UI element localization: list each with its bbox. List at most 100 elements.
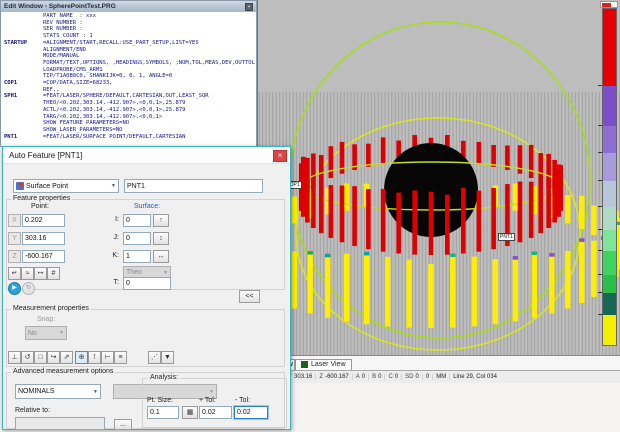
code-line[interactable]: SHOW FEATURE PARAMETERS=NO xyxy=(4,120,256,127)
code-line[interactable]: ALIGNMENT/END xyxy=(4,47,256,54)
code-line[interactable]: STARTUP=ALIGNMENT/START,RECALL:USE_PART_… xyxy=(4,40,256,47)
pt-size-label: Pt. Size: xyxy=(147,397,173,404)
flip-direction-icon[interactable]: ↕ xyxy=(153,232,169,245)
code-line[interactable]: TARG/<0.202,303.14,-412.907>,<0,0,1> xyxy=(4,114,256,121)
code-text: LOADPROBE/CMS_ARM1 xyxy=(43,67,103,74)
scan-plot[interactable] xyxy=(258,0,620,356)
colorbar-header-mark xyxy=(602,3,611,7)
code-line[interactable]: REF,, xyxy=(4,87,256,94)
browse-button[interactable]: ... xyxy=(114,419,132,430)
pattern-icon[interactable]: # xyxy=(47,267,60,280)
path-icon[interactable]: ⋰ xyxy=(148,351,161,364)
code-line[interactable]: LOADPROBE/CMS_ARM1 xyxy=(4,67,256,74)
z-axis-button[interactable]: Z xyxy=(8,250,21,263)
nominals-combo[interactable]: NOMINALS ▼ xyxy=(15,384,101,399)
theo-mode-value: Theo xyxy=(126,269,142,276)
status-field: Z-600.167 xyxy=(316,374,352,380)
code-line[interactable]: MODE/MANUAL xyxy=(4,53,256,60)
surface-j-input[interactable] xyxy=(123,232,151,245)
code-line[interactable]: STATS COUNT : 1 xyxy=(4,33,256,40)
code-line[interactable]: SPH1=FEAT/LASER/SPHERE/DEFAULT,CARTESIAN… xyxy=(4,93,256,100)
x-axis-button[interactable]: X xyxy=(8,214,21,227)
graphics-view[interactable]: COP1 PNT1 xyxy=(257,0,620,356)
pcdmis-app: COP1 PNT1 w Laser View X0.202Y303.16Z-60… xyxy=(0,0,620,432)
offset-icon[interactable]: ↦ xyxy=(34,267,47,280)
undo-icon[interactable]: ↺ xyxy=(21,351,34,364)
t-value-input[interactable] xyxy=(123,277,171,290)
code-label xyxy=(4,33,43,40)
reroute-icon[interactable]: ↪ xyxy=(47,351,60,364)
dialog-titlebar[interactable]: Auto Feature [PNT1] xyxy=(3,147,290,164)
code-line[interactable]: THEO/<0.202,303.14,-412.907>,<0,0,1>,25.… xyxy=(4,100,256,107)
code-label xyxy=(4,26,43,33)
find-noms-icon[interactable]: ≈ xyxy=(21,267,34,280)
code-area[interactable]: PART NAME : xxxREV NUMBER :SER NUMBER :S… xyxy=(1,12,256,146)
code-line[interactable]: SHOW_LASER_PARAMETERS=NO xyxy=(4,127,256,134)
code-line[interactable]: PART NAME : xxx xyxy=(4,13,256,20)
code-line[interactable]: TIP/T1A0B0C0, SHANKIJK=0, 0, 1, ANGLE=0 xyxy=(4,73,256,80)
code-label xyxy=(4,13,43,20)
point-header: Point: xyxy=(31,203,49,210)
colorbar-scale[interactable] xyxy=(602,8,617,346)
pt-size-icon[interactable]: ▦ xyxy=(182,406,198,419)
feature-type-value: Surface Point xyxy=(26,183,68,190)
pt-size-input[interactable] xyxy=(147,406,179,419)
close-icon[interactable]: × xyxy=(273,150,287,162)
code-line[interactable]: SER NUMBER : xyxy=(4,26,256,33)
code-label: SPH1 xyxy=(4,93,43,100)
trend-icon[interactable]: ⇗ xyxy=(60,351,73,364)
colorbar-segment xyxy=(603,293,616,316)
tab-laser-view[interactable]: Laser View xyxy=(295,359,352,370)
status-field: Line 29, Col 034 xyxy=(450,374,500,380)
anchor-icon[interactable]: ⊥ xyxy=(8,351,21,364)
y-axis-button[interactable]: Y xyxy=(8,232,21,245)
code-label xyxy=(4,60,43,67)
colorbar-segment xyxy=(603,315,616,345)
target-icon[interactable]: ⊕ xyxy=(75,351,88,364)
status-field: A0 xyxy=(353,374,369,380)
nominals-value: NOMINALS xyxy=(18,388,55,395)
feature-name-input[interactable] xyxy=(124,179,263,193)
surface-k-input[interactable] xyxy=(123,250,151,263)
code-line[interactable]: COP1=COP/DATA,SIZE=68233, xyxy=(4,80,256,87)
align-direction-icon[interactable]: ↔ xyxy=(153,250,169,263)
touch-icon[interactable]: ⊺ xyxy=(88,351,101,364)
feature-type-combo[interactable]: Surface Point ▼ xyxy=(13,179,119,193)
colorbar-header xyxy=(600,1,618,8)
code-line[interactable]: REV NUMBER : xyxy=(4,20,256,27)
minus-tol-input[interactable] xyxy=(234,406,268,419)
snap-point-icon[interactable]: ↵ xyxy=(8,267,21,280)
region-icon[interactable]: □ xyxy=(34,351,47,364)
width-icon[interactable]: ⊢ xyxy=(101,351,114,364)
probe-direction-icon[interactable]: ↑ xyxy=(153,214,169,227)
code-line[interactable]: FORMAT/TEXT,OPTIONS, ,HEADINGS,SYMBOLS, … xyxy=(4,60,256,67)
code-text: STATS COUNT : 1 xyxy=(43,33,93,40)
code-line[interactable]: PNT1=FEAT/LASER/SURFACE POINT/DEFAULT,CA… xyxy=(4,134,256,141)
surface-header[interactable]: Surface: xyxy=(134,203,160,210)
density-icon[interactable]: ≡ xyxy=(114,351,127,364)
point-y-input[interactable] xyxy=(22,232,65,245)
window-control-button[interactable]: ▪ xyxy=(245,3,253,11)
code-label xyxy=(4,107,43,114)
plus-tol-input[interactable] xyxy=(199,406,232,419)
surface-i-input[interactable] xyxy=(123,214,151,227)
code-text: TARG/<0.202,303.14,-412.907>,<0,0,1> xyxy=(43,114,162,121)
advanced-options-legend: Advanced measurement options xyxy=(11,368,115,375)
code-text: REF,, xyxy=(43,87,60,94)
colorbar-segment xyxy=(603,207,616,230)
feature-properties-legend: Feature properties xyxy=(11,195,72,202)
code-line[interactable]: ACTL/<0.202,303.14,-412.907>,<0,0,1>,25.… xyxy=(4,107,256,114)
reset-button[interactable]: ↻ xyxy=(22,282,35,295)
point-z-input[interactable] xyxy=(22,250,65,263)
code-text: =COP/DATA,SIZE=68233, xyxy=(43,80,113,87)
test-play-button[interactable]: ▶ xyxy=(8,282,21,295)
minus-tol-label: - Tol: xyxy=(235,397,250,404)
code-text: TIP/T1A0B0C0, SHANKIJK=0, 0, 1, ANGLE=0 xyxy=(43,73,172,80)
filter-icon[interactable]: ▼ xyxy=(161,351,174,364)
pnt1-label[interactable]: PNT1 xyxy=(498,233,515,241)
point-x-input[interactable] xyxy=(22,214,65,227)
collapse-dialog-button[interactable]: << xyxy=(239,290,260,303)
code-label: COP1 xyxy=(4,80,43,87)
colorbar-segment xyxy=(603,230,616,251)
code-text: SHOW_LASER_PARAMETERS=NO xyxy=(43,127,122,134)
